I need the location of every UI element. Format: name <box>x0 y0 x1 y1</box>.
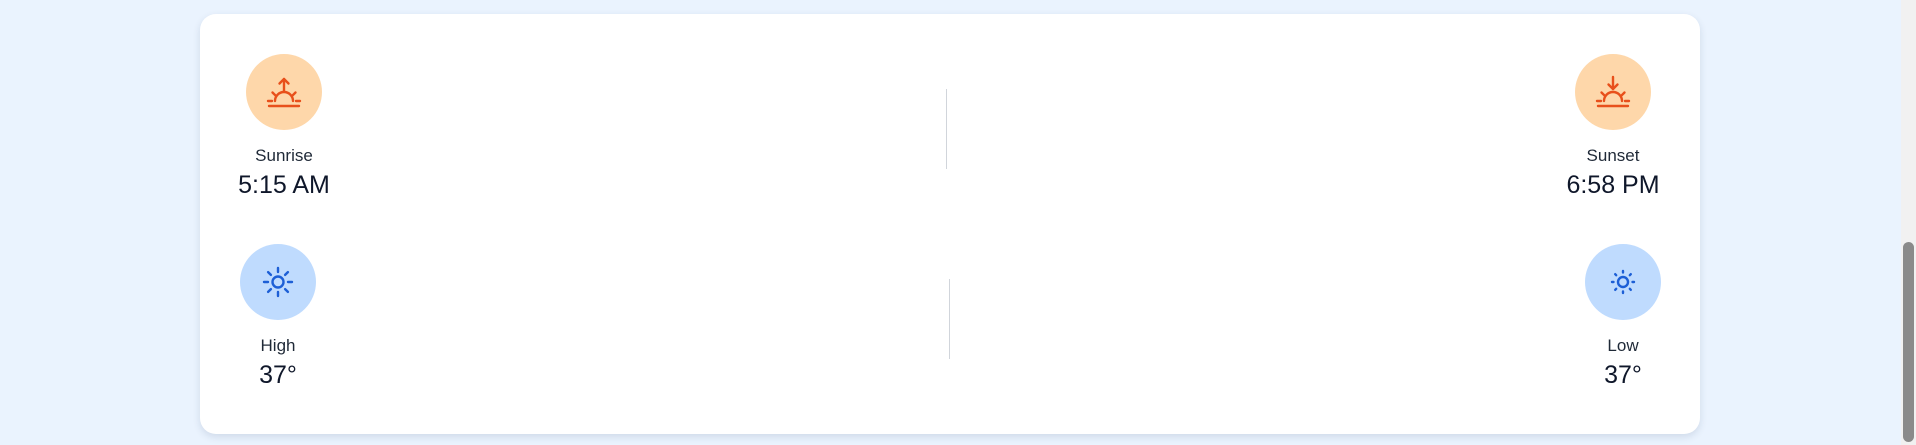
page: Sunrise 5:15 AM Sunset 6:58 PM High 37° … <box>0 0 1916 445</box>
low-label: Low <box>1607 336 1639 355</box>
sunrise-icon-circle <box>246 54 322 130</box>
high-icon-circle <box>240 244 316 320</box>
sun-temperature-card: Sunrise 5:15 AM Sunset 6:58 PM High 37° … <box>200 14 1700 434</box>
high-value: 37° <box>259 361 297 389</box>
high-temp-stat: High 37° <box>208 244 348 390</box>
scrollbar-track[interactable] <box>1901 0 1916 445</box>
divider <box>949 279 950 359</box>
low-value: 37° <box>1604 361 1642 389</box>
sunrise-icon <box>266 77 302 108</box>
sunset-label: Sunset <box>1586 146 1640 165</box>
sunset-value: 6:58 PM <box>1566 171 1660 199</box>
sun-dim-icon <box>1610 269 1636 295</box>
sunset-icon <box>1595 75 1631 108</box>
low-icon-circle <box>1585 244 1661 320</box>
sunset-stat: Sunset 6:58 PM <box>1543 54 1683 200</box>
high-label: High <box>260 336 296 355</box>
sunrise-value: 5:15 AM <box>238 171 330 199</box>
sunrise-stat: Sunrise 5:15 AM <box>214 54 354 200</box>
sunrise-label: Sunrise <box>255 146 313 165</box>
sunset-icon-circle <box>1575 54 1651 130</box>
sun-icon <box>262 266 294 298</box>
divider <box>946 89 947 169</box>
scrollbar-thumb[interactable] <box>1903 242 1914 442</box>
low-temp-stat: Low 37° <box>1553 244 1693 390</box>
